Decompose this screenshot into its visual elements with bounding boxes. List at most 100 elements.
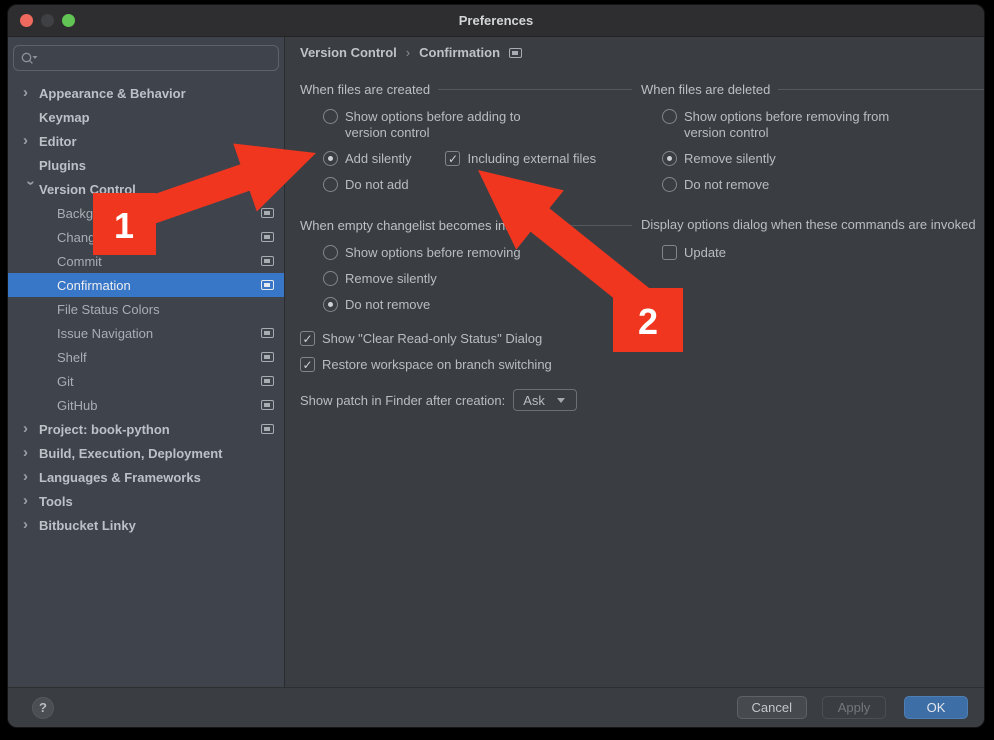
sidebar-item-label: GitHub <box>57 398 97 413</box>
close-window-button[interactable] <box>20 14 33 27</box>
sidebar-item-keymap[interactable]: ›Keymap <box>8 105 284 129</box>
traffic-lights <box>20 14 75 27</box>
zoom-window-button[interactable] <box>62 14 75 27</box>
sidebar-item-commit[interactable]: Commit <box>8 249 284 273</box>
patch-setting-row: Show patch in Finder after creation: Ask <box>300 389 632 411</box>
radio-icon <box>323 177 338 192</box>
settings-right-column: When files are deleted Show options befo… <box>641 81 984 271</box>
sidebar-item-background[interactable]: Background <box>8 201 284 225</box>
settings-search-box[interactable] <box>13 45 279 71</box>
chevron-right-icon[interactable]: › <box>23 421 39 436</box>
chevron-down-icon <box>557 398 565 403</box>
sidebar-item-tools[interactable]: ›Tools <box>8 489 284 513</box>
settings-left-column: When files are created Show options befo… <box>300 81 632 411</box>
radio-remove-silently[interactable]: Remove silently <box>300 271 632 287</box>
radio-show-options-before-removing[interactable]: Show options before removing <box>300 245 632 261</box>
monitor-icon <box>261 424 274 434</box>
sidebar-item-label: File Status Colors <box>57 302 160 317</box>
monitor-icon <box>261 280 274 290</box>
radio-icon <box>323 271 338 286</box>
radio-show-options-before-adding[interactable]: Show options before adding to version co… <box>300 109 632 141</box>
sidebar-item-github[interactable]: GitHub <box>8 393 284 417</box>
chevron-right-icon[interactable]: › <box>23 85 39 100</box>
sidebar-item-label: Confirmation <box>57 278 131 293</box>
checkbox-including-external-files[interactable]: Including external files <box>445 151 596 167</box>
radio-icon <box>662 177 677 192</box>
checkbox-restore-workspace[interactable]: Restore workspace on branch switching <box>300 357 632 373</box>
sidebar-item-label: Changelists <box>57 230 125 245</box>
monitor-icon <box>261 376 274 386</box>
section-divider <box>547 225 632 226</box>
monitor-icon <box>509 48 522 58</box>
radio-icon <box>662 109 677 124</box>
radio-selected-icon <box>323 151 338 166</box>
breadcrumb-version-control[interactable]: Version Control <box>300 45 397 60</box>
section-divider <box>438 89 632 90</box>
sidebar-item-label: Languages & Frameworks <box>39 470 201 485</box>
sidebar-item-version-control[interactable]: ›Version Control <box>8 177 284 201</box>
footer-bar: ? Cancel Apply OK <box>8 687 984 727</box>
patch-label: Show patch in Finder after creation: <box>300 393 505 408</box>
sidebar-item-file-status-colors[interactable]: File Status Colors <box>8 297 284 321</box>
radio-selected-icon <box>662 151 677 166</box>
sidebar-item-issue-navigation[interactable]: Issue Navigation <box>8 321 284 345</box>
sidebar-item-confirmation[interactable]: Confirmation <box>8 273 284 297</box>
sidebar-item-languages-frameworks[interactable]: ›Languages & Frameworks <box>8 465 284 489</box>
search-icon <box>20 51 39 66</box>
sidebar-item-git[interactable]: Git <box>8 369 284 393</box>
sidebar-item-label: Plugins <box>39 158 86 173</box>
checkbox-checked-icon <box>300 331 315 346</box>
preferences-window: Preferences ›Appearance & Behavior›Keyma… <box>7 4 985 728</box>
section-divider <box>778 89 984 90</box>
radio-add-silently[interactable]: Add silently <box>323 151 411 167</box>
checkbox-checked-icon <box>300 357 315 372</box>
checkbox-update[interactable]: Update <box>641 245 984 261</box>
settings-sidebar: ›Appearance & Behavior›Keymap›Editor›Plu… <box>8 37 285 687</box>
monitor-icon <box>261 352 274 362</box>
checkbox-show-clear-readonly-dialog[interactable]: Show "Clear Read-only Status" Dialog <box>300 331 632 347</box>
search-input[interactable] <box>43 51 272 66</box>
cancel-button[interactable]: Cancel <box>737 696 807 719</box>
patch-dropdown[interactable]: Ask <box>513 389 577 411</box>
sidebar-item-appearance-behavior[interactable]: ›Appearance & Behavior <box>8 81 284 105</box>
section-when-files-created: When files are created <box>300 81 632 97</box>
sidebar-item-editor[interactable]: ›Editor <box>8 129 284 153</box>
radio-show-options-before-removing-deleted[interactable]: Show options before removing from versio… <box>641 109 984 141</box>
minimize-window-button[interactable] <box>41 14 54 27</box>
radio-do-not-remove-deleted[interactable]: Do not remove <box>641 177 984 193</box>
chevron-right-icon[interactable]: › <box>23 445 39 460</box>
section-title: When empty changelist becomes inactive <box>300 218 539 233</box>
radio-icon <box>323 109 338 124</box>
chevron-right-icon[interactable]: › <box>23 517 39 532</box>
sidebar-item-plugins[interactable]: ›Plugins <box>8 153 284 177</box>
sidebar-item-project-book-python[interactable]: ›Project: book-python <box>8 417 284 441</box>
section-when-files-deleted: When files are deleted <box>641 81 984 97</box>
monitor-icon <box>261 400 274 410</box>
sidebar-item-label: Keymap <box>39 110 90 125</box>
apply-button[interactable]: Apply <box>822 696 886 719</box>
chevron-right-icon[interactable]: › <box>23 469 39 484</box>
monitor-icon <box>261 256 274 266</box>
sidebar-item-label: Shelf <box>57 350 87 365</box>
ok-button[interactable]: OK <box>904 696 968 719</box>
sidebar-item-bitbucket-linky[interactable]: ›Bitbucket Linky <box>8 513 284 537</box>
window-title: Preferences <box>8 13 984 28</box>
chevron-right-icon[interactable]: › <box>23 133 39 148</box>
checkbox-unchecked-icon <box>662 245 677 260</box>
monitor-icon <box>261 208 274 218</box>
display-options-title: Display options dialog when these comman… <box>641 217 984 233</box>
section-title: When files are created <box>300 82 430 97</box>
radio-do-not-add[interactable]: Do not add <box>300 177 632 193</box>
radio-remove-silently-deleted[interactable]: Remove silently <box>641 151 984 167</box>
checkbox-checked-icon <box>445 151 460 166</box>
sidebar-item-shelf[interactable]: Shelf <box>8 345 284 369</box>
section-title: When files are deleted <box>641 82 770 97</box>
monitor-icon <box>261 328 274 338</box>
help-button[interactable]: ? <box>32 697 54 719</box>
sidebar-item-changelists[interactable]: Changelists <box>8 225 284 249</box>
radio-do-not-remove[interactable]: Do not remove <box>300 297 632 313</box>
titlebar: Preferences <box>8 5 984 37</box>
chevron-right-icon[interactable]: › <box>23 493 39 508</box>
chevron-down-icon[interactable]: › <box>24 180 39 196</box>
sidebar-item-build-execution-deployment[interactable]: ›Build, Execution, Deployment <box>8 441 284 465</box>
